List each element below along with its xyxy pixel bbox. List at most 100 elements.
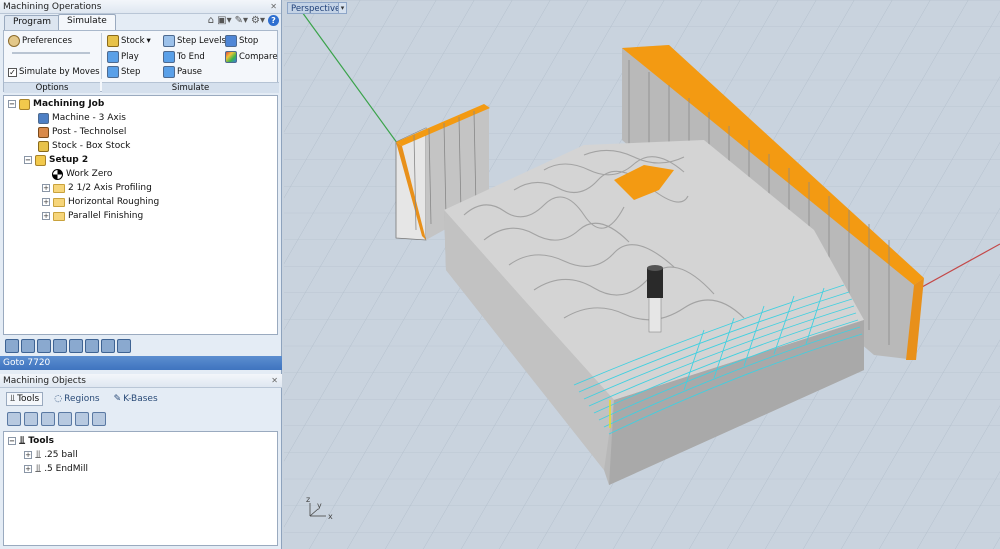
post-operation-icon[interactable] bbox=[117, 339, 131, 353]
hole-operation-icon[interactable] bbox=[37, 339, 51, 353]
expand-icon[interactable]: + bbox=[24, 451, 32, 459]
tree-item-operation[interactable]: + Parallel Finishing bbox=[42, 210, 143, 222]
stop-icon bbox=[225, 35, 237, 47]
preferences-button[interactable]: Preferences bbox=[8, 34, 72, 48]
tree-item-operation[interactable]: + 2 1/2 Axis Profiling bbox=[42, 182, 152, 194]
pause-label: Pause bbox=[177, 67, 202, 77]
collapse-icon[interactable]: − bbox=[8, 437, 16, 445]
tree-item-operation[interactable]: + Horizontal Roughing bbox=[42, 196, 159, 208]
play-button[interactable]: Play bbox=[107, 50, 139, 64]
tree-item-label: Post - Technolsel bbox=[52, 127, 127, 137]
step-button[interactable]: Step bbox=[107, 65, 140, 79]
knowledge-base-icon: ✎ bbox=[113, 394, 122, 404]
ball-mill-icon[interactable] bbox=[24, 412, 38, 426]
options-group: Preferences ✓ Simulate by Moves Options bbox=[4, 31, 100, 93]
viewport-title-tab[interactable]: Perspective bbox=[287, 2, 345, 14]
tab-regions[interactable]: ◌ Regions bbox=[51, 393, 102, 405]
tree-item-stock[interactable]: Stock - Box Stock bbox=[38, 140, 130, 152]
5-axis-operation-icon[interactable] bbox=[101, 339, 115, 353]
tree-item-setup[interactable]: − Setup 2 bbox=[24, 154, 88, 166]
tab-label: Tools bbox=[17, 394, 40, 404]
expand-icon[interactable]: + bbox=[24, 465, 32, 473]
axis-label-x: x bbox=[328, 512, 333, 521]
tree-item-label: Machine - 3 Axis bbox=[52, 113, 126, 123]
viewport-menu-dropdown[interactable]: ▾ bbox=[338, 2, 347, 14]
region-icon: ◌ bbox=[54, 394, 63, 404]
corner-radius-mill-icon[interactable] bbox=[58, 412, 72, 426]
flat-mill-icon[interactable] bbox=[41, 412, 55, 426]
machining-objects-title-bar: Machining Objects ✕ bbox=[0, 374, 282, 388]
setup-icon bbox=[35, 154, 46, 166]
simulate-group: Stock ▾ Play Step Step Levels To End Pau… bbox=[102, 31, 279, 93]
tree-item-label: Work Zero bbox=[66, 169, 113, 179]
operations-toolbar bbox=[3, 337, 278, 355]
panel-toolbar-icons: ⌂ ▣▾ ✎▾ ⚙▾ ? bbox=[208, 15, 279, 26]
folder-icon bbox=[53, 183, 65, 193]
tree-item-post[interactable]: Post - Technolsel bbox=[38, 126, 126, 138]
perspective-viewport[interactable]: z y x Perspective ▾ bbox=[284, 0, 1000, 549]
drill-icon[interactable] bbox=[75, 412, 89, 426]
simulate-group-label: Simulate bbox=[102, 82, 279, 93]
gear-dropdown-icon[interactable]: ⚙▾ bbox=[251, 15, 265, 26]
4-axis-operation-icon[interactable] bbox=[85, 339, 99, 353]
close-icon[interactable]: ✕ bbox=[270, 0, 277, 14]
window-dropdown-icon[interactable]: ▣▾ bbox=[217, 15, 231, 26]
simulate-by-moves-label: Simulate by Moves bbox=[19, 67, 100, 77]
expand-icon[interactable]: + bbox=[42, 212, 50, 220]
compare-button[interactable]: Compare bbox=[225, 50, 278, 64]
tab-program[interactable]: Program bbox=[4, 15, 60, 30]
viewport-canvas[interactable]: z y x bbox=[284, 0, 1000, 549]
play-icon bbox=[107, 51, 119, 63]
pause-button[interactable]: Pause bbox=[163, 65, 202, 79]
stock-dropdown-button[interactable]: Stock ▾ bbox=[107, 34, 151, 48]
tree-item-tool[interactable]: + ⫫ .5 EndMill bbox=[24, 462, 88, 475]
simulate-ribbon: Preferences ✓ Simulate by Moves Options … bbox=[3, 30, 279, 93]
tab-tools[interactable]: ⫫ Tools bbox=[6, 392, 44, 406]
machine-setup-icon[interactable] bbox=[5, 339, 19, 353]
folder-icon bbox=[53, 211, 65, 221]
close-icon[interactable]: ✕ bbox=[271, 374, 278, 388]
preferences-slider[interactable] bbox=[12, 52, 90, 54]
pause-icon bbox=[163, 66, 175, 78]
tab-k-bases[interactable]: ✎ K-Bases bbox=[111, 393, 161, 405]
tool-library-icon[interactable] bbox=[92, 412, 106, 426]
tree-item-label: .25 ball bbox=[44, 450, 78, 460]
status-bar: Goto 7720 bbox=[0, 356, 282, 370]
step-levels-icon bbox=[163, 35, 175, 47]
expand-icon[interactable]: + bbox=[42, 198, 50, 206]
collapse-icon[interactable]: − bbox=[24, 156, 32, 164]
stock-setup-icon[interactable] bbox=[21, 339, 35, 353]
to-end-button[interactable]: To End bbox=[163, 50, 205, 64]
to-end-label: To End bbox=[177, 52, 205, 62]
machining-objects-title: Machining Objects bbox=[3, 376, 86, 386]
play-label: Play bbox=[121, 52, 139, 62]
ball-mill-icon: ⫫ bbox=[35, 448, 42, 461]
new-tool-icon[interactable] bbox=[7, 412, 21, 426]
tree-item-tool[interactable]: + ⫫ .25 ball bbox=[24, 448, 78, 461]
preferences-label: Preferences bbox=[22, 36, 72, 46]
home-icon[interactable]: ⌂ bbox=[208, 15, 214, 26]
wrench-dropdown-icon[interactable]: ✎▾ bbox=[235, 15, 248, 26]
step-label: Step bbox=[121, 67, 141, 77]
step-levels-label: Step Levels bbox=[177, 36, 226, 46]
compare-icon bbox=[225, 51, 237, 63]
tab-simulate[interactable]: Simulate bbox=[58, 14, 116, 30]
help-icon[interactable]: ? bbox=[268, 15, 279, 26]
compare-label: Compare bbox=[239, 52, 278, 62]
tree-item-tools[interactable]: − ⫫ Tools bbox=[8, 434, 54, 447]
collapse-icon[interactable]: − bbox=[8, 100, 16, 108]
2-axis-operation-icon[interactable] bbox=[53, 339, 67, 353]
flat-mill-icon: ⫫ bbox=[35, 462, 42, 475]
panel-title: Machining Operations bbox=[3, 2, 102, 12]
tree-item-machining-job[interactable]: − Machining Job bbox=[8, 98, 104, 110]
simulate-by-moves-checkbox[interactable]: ✓ Simulate by Moves bbox=[8, 65, 100, 79]
stop-button[interactable]: Stop bbox=[225, 34, 258, 48]
tree-item-machine[interactable]: Machine - 3 Axis bbox=[38, 112, 126, 124]
panel-tabs: Program Simulate ⌂ ▣▾ ✎▾ ⚙▾ ? bbox=[0, 14, 281, 30]
3-axis-operation-icon[interactable] bbox=[69, 339, 83, 353]
tree-item-work-zero[interactable]: Work Zero bbox=[52, 168, 112, 180]
axis-label-y: y bbox=[317, 501, 322, 510]
expand-icon[interactable]: + bbox=[42, 184, 50, 192]
step-levels-button[interactable]: Step Levels bbox=[163, 34, 226, 48]
stop-label: Stop bbox=[239, 36, 259, 46]
